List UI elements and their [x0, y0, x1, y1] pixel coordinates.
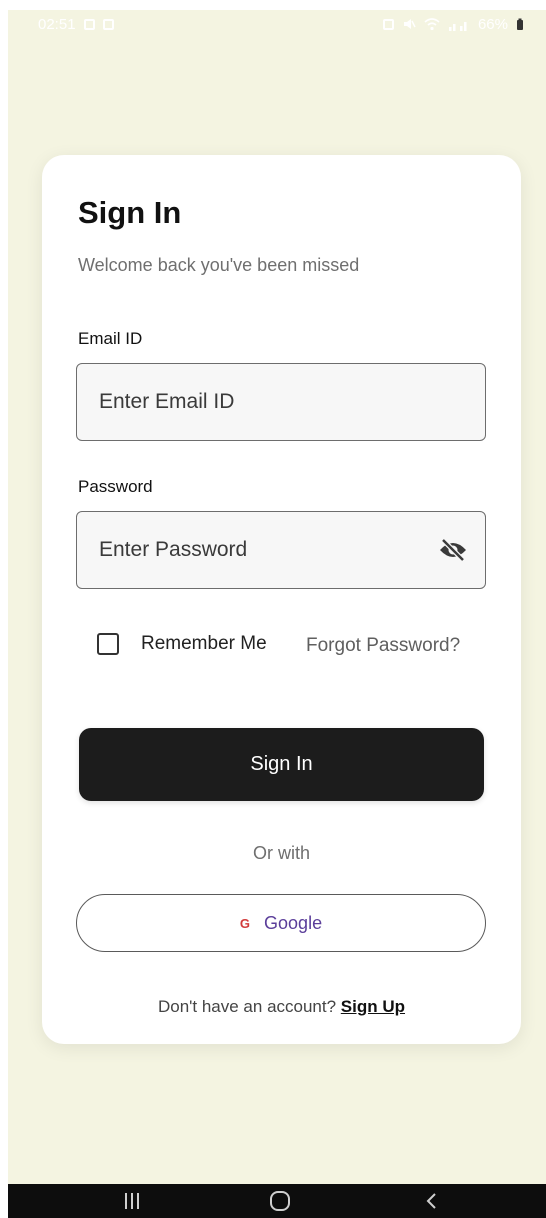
navigation-bar — [8, 1184, 546, 1218]
back-button[interactable] — [387, 1184, 477, 1218]
signal-icon — [448, 21, 467, 31]
remember-me-row: Remember Me — [97, 633, 267, 655]
status-left: 02:51 — [38, 16, 114, 33]
sign-in-card: Sign In Welcome back you've been missed … — [42, 155, 521, 1044]
recent-apps-button[interactable] — [87, 1184, 177, 1218]
password-field-container — [76, 511, 486, 589]
password-label: Password — [78, 477, 153, 496]
app-screen: 02:51 66% Sign In Welcome back you've be… — [8, 10, 546, 1218]
eye-off-icon — [440, 538, 466, 562]
or-with-divider: Or with — [252, 843, 310, 863]
status-bar: 02:51 66% — [8, 10, 546, 38]
password-field[interactable] — [77, 537, 421, 563]
email-field-container — [76, 363, 486, 441]
google-sign-in-button[interactable]: G Google — [76, 894, 486, 952]
page-title: Sign In — [78, 195, 182, 230]
notification-icon — [83, 18, 95, 30]
page-subtitle: Welcome back you've been missed — [78, 255, 360, 275]
recent-apps-icon — [125, 1193, 139, 1209]
sign-up-link[interactable]: Sign Up — [341, 997, 405, 1016]
remember-me-label: Remember Me — [141, 633, 267, 654]
image-icon — [102, 18, 114, 30]
email-field[interactable] — [77, 389, 421, 415]
home-icon — [270, 1191, 290, 1211]
back-icon — [426, 1193, 436, 1209]
status-right: 66% — [382, 15, 524, 33]
battery-icon — [517, 18, 523, 30]
password-visibility-toggle[interactable] — [435, 532, 471, 568]
sign-in-button[interactable]: Sign In — [79, 728, 484, 801]
alarm-icon — [382, 18, 394, 30]
home-button[interactable] — [235, 1184, 325, 1218]
forgot-password-link[interactable]: Forgot Password? — [306, 635, 460, 657]
signup-prompt: Don't have an account? — [157, 997, 337, 1016]
google-button-label: Google — [264, 912, 323, 933]
status-time: 02:51 — [38, 15, 76, 33]
google-icon: G — [239, 915, 251, 931]
remember-me-checkbox[interactable] — [97, 633, 119, 655]
email-label: Email ID — [78, 329, 143, 348]
battery-level: 66% — [477, 15, 508, 33]
signup-row: Don't have an account? Sign Up — [42, 997, 521, 1017]
wifi-icon — [424, 17, 440, 30]
mute-icon — [403, 19, 416, 29]
